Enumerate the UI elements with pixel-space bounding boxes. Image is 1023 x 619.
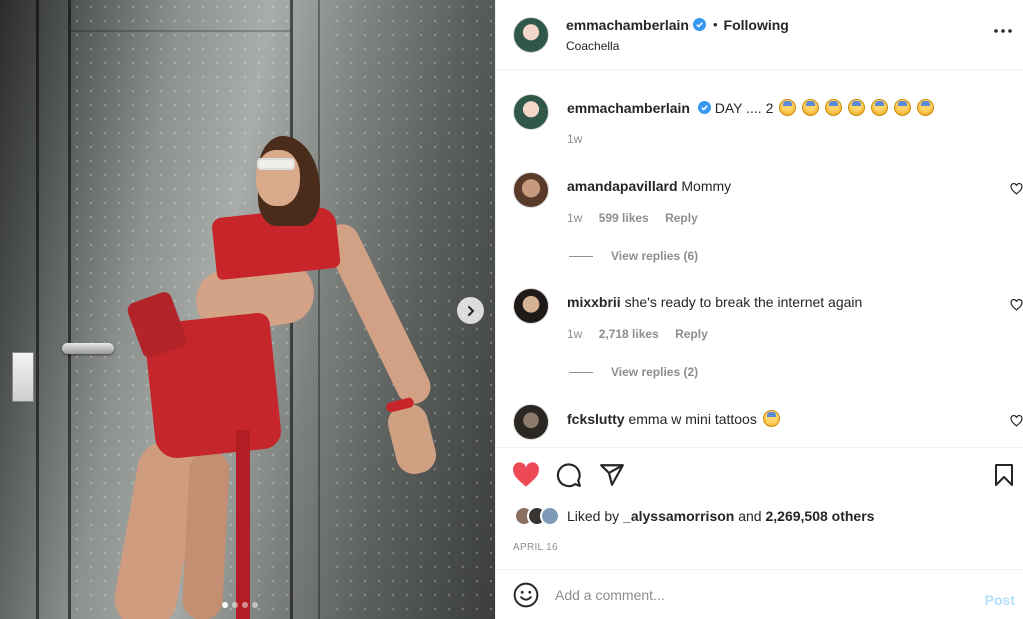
author-avatar[interactable]	[513, 16, 549, 53]
anxious-face-emoji-icon	[916, 99, 934, 116]
anxious-face-emoji-icon	[847, 99, 865, 116]
caption-time[interactable]: 1w	[567, 132, 582, 146]
following-button[interactable]: Following	[724, 17, 789, 33]
commenter-avatar[interactable]	[513, 172, 549, 208]
author-username[interactable]: emmachamberlain	[566, 17, 689, 33]
commenter-avatar[interactable]	[513, 404, 549, 440]
bookmark-icon[interactable]	[993, 463, 1015, 487]
post-photo[interactable]	[0, 0, 495, 619]
door-plate	[12, 352, 34, 402]
comment-item: fckslutty emma w mini tattoos	[513, 404, 1023, 444]
figure-sunglasses	[257, 158, 295, 170]
smiling-face-emoji-icon	[762, 410, 780, 427]
comment-reply-button[interactable]: Reply	[675, 327, 708, 341]
anxious-face-emoji-icon	[825, 99, 843, 116]
liker-avatar[interactable]	[540, 506, 560, 526]
post-comment-button[interactable]: Post	[985, 592, 1015, 608]
comment-text: she's ready to break the internet again	[624, 294, 863, 310]
comment-username[interactable]: fckslutty	[567, 411, 625, 427]
view-replies-button[interactable]: View replies (6)	[569, 249, 698, 263]
send-icon[interactable]	[599, 462, 625, 488]
panel-seam	[70, 30, 290, 32]
caption-emojis	[777, 99, 934, 116]
replies-divider	[569, 255, 593, 257]
view-replies-button[interactable]: View replies (2)	[569, 365, 698, 379]
comment-reply-button[interactable]: Reply	[665, 211, 698, 225]
carousel-dot	[252, 602, 258, 608]
comment-text: Mommy	[681, 178, 732, 194]
comment-username[interactable]: mixxbrii	[567, 294, 621, 310]
likes-summary: Liked by _alyssamorrison and 2,269,508 o…	[514, 506, 874, 526]
comment-item: mixxbrii she's ready to break the intern…	[513, 288, 1023, 388]
comment-likes[interactable]: 599 likes	[599, 211, 649, 225]
caption-username[interactable]: emmachamberlain	[567, 100, 690, 116]
replies-divider	[569, 371, 593, 373]
add-comment-bar: Post	[496, 569, 1023, 619]
view-replies-label: View replies (6)	[611, 249, 699, 263]
like-comment-heart-icon[interactable]	[1010, 183, 1023, 195]
carousel-dot	[222, 602, 228, 608]
figure-strap	[236, 430, 250, 619]
panel-seam	[68, 0, 71, 619]
post-location[interactable]: Coachella	[566, 39, 789, 53]
verified-badge-icon	[697, 101, 711, 114]
likes-count-others[interactable]: 2,269,508 others	[765, 508, 874, 524]
caption: emmachamberlain DAY .... 2 1w	[513, 94, 1013, 154]
verified-badge-icon	[692, 18, 706, 31]
comment-likes[interactable]: 2,718 likes	[599, 327, 659, 341]
commenter-avatar[interactable]	[513, 288, 549, 324]
header-separator: •	[712, 17, 718, 32]
like-comment-heart-icon[interactable]	[1010, 415, 1023, 427]
carousel-indicator	[222, 602, 258, 608]
door-handle	[62, 343, 114, 354]
more-horizontal-icon	[994, 29, 1012, 33]
carousel-dot	[242, 602, 248, 608]
comment-text: emma w mini tattoos	[628, 411, 757, 427]
comment-time[interactable]: 1w	[567, 211, 582, 225]
panel-seam	[36, 0, 39, 619]
post-details-pane: emmachamberlain • Following Coachella em…	[495, 0, 1023, 619]
anxious-face-emoji-icon	[802, 99, 820, 116]
anxious-face-emoji-icon	[779, 99, 797, 116]
comments-list[interactable]: emmachamberlain DAY .... 2 1w amandapavi…	[496, 71, 1023, 447]
comment-item: amandapavillard Mommy 1w 599 likes Reply…	[513, 172, 1023, 272]
liked-by-prefix: Liked by	[567, 508, 620, 524]
carousel-dot	[232, 602, 238, 608]
panel-seam	[318, 0, 320, 619]
smiley-icon[interactable]	[513, 582, 539, 608]
liked-by-conj: and	[738, 508, 762, 524]
heart-filled-icon[interactable]	[512, 462, 540, 488]
post-date[interactable]: APRIL 16	[513, 542, 558, 553]
author-avatar[interactable]	[513, 94, 549, 130]
comment-time[interactable]: 1w	[567, 327, 582, 341]
caption-text: DAY .... 2	[714, 100, 774, 116]
anxious-face-emoji-icon	[870, 99, 888, 116]
comment-icon[interactable]	[556, 462, 582, 488]
liker-avatars	[514, 506, 560, 526]
post-header: emmachamberlain • Following Coachella	[496, 0, 1023, 70]
like-comment-heart-icon[interactable]	[1010, 299, 1023, 311]
carousel-next-button[interactable]	[457, 297, 484, 324]
comment-username[interactable]: amandapavillard	[567, 178, 678, 194]
more-options-button[interactable]	[994, 22, 1012, 33]
view-replies-label: View replies (2)	[611, 365, 699, 379]
anxious-face-emoji-icon	[893, 99, 911, 116]
post-actions: Liked by _alyssamorrison and 2,269,508 o…	[496, 447, 1023, 569]
add-comment-input[interactable]	[555, 586, 955, 603]
chevron-right-icon	[467, 305, 474, 316]
liked-by-user[interactable]: _alyssamorrison	[623, 508, 734, 524]
